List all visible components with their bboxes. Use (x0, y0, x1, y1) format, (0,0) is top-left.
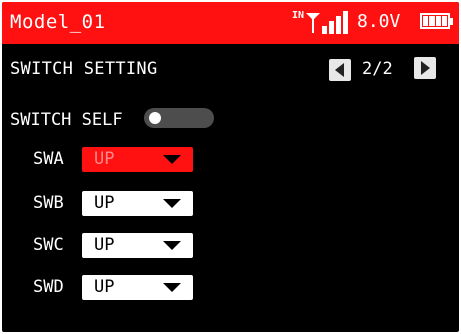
dropdown-value: UP (94, 149, 115, 169)
dropdown-value: UP (94, 277, 115, 297)
triangle-right-icon (421, 61, 430, 75)
signal-label: IN (292, 10, 305, 21)
dropdown-value: UP (94, 193, 115, 213)
switch-dropdown-swb[interactable]: UP (82, 191, 193, 216)
model-name: Model_01 (10, 11, 106, 33)
switch-label-swd: SWD (33, 277, 64, 297)
voltage-readout: 8.0V (357, 11, 401, 32)
triangle-left-icon (335, 63, 344, 77)
next-page-button[interactable] (414, 57, 436, 79)
switch-label-swb: SWB (33, 193, 64, 213)
prev-page-button[interactable] (329, 59, 351, 81)
signal-bars-icon (322, 10, 348, 34)
battery-icon (420, 13, 453, 29)
switch-dropdown-swa[interactable]: UP (82, 147, 193, 172)
chevron-down-icon (163, 199, 181, 208)
chevron-down-icon (163, 155, 181, 164)
switch-label-swc: SWC (33, 235, 64, 255)
chevron-down-icon (163, 241, 181, 250)
toggle-knob (149, 112, 161, 124)
page-title: SWITCH SETTING (10, 59, 158, 79)
switch-self-label: SWITCH SELF (10, 110, 123, 130)
dropdown-value: UP (94, 235, 115, 255)
transmitter-screen: Model_01 IN 8.0V SWITCH SETTING 2/2 SWIT… (2, 2, 459, 332)
switch-dropdown-swd[interactable]: UP (82, 275, 193, 300)
switch-label-swa: SWA (33, 149, 64, 169)
switch-self-toggle[interactable] (144, 108, 214, 128)
chevron-down-icon (163, 283, 181, 292)
page-indicator: 2/2 (362, 59, 393, 79)
antenna-icon (306, 13, 320, 33)
switch-dropdown-swc[interactable]: UP (82, 233, 193, 258)
status-header: Model_01 IN 8.0V (2, 2, 459, 44)
signal-indicator: IN (292, 10, 348, 34)
